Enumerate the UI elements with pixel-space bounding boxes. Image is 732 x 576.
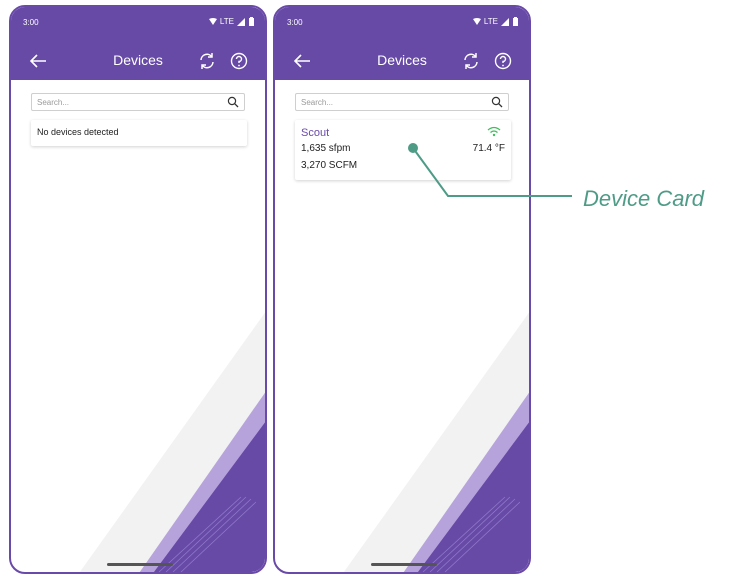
callout-label: Device Card: [583, 186, 705, 211]
callout-leader-line: [408, 143, 572, 197]
